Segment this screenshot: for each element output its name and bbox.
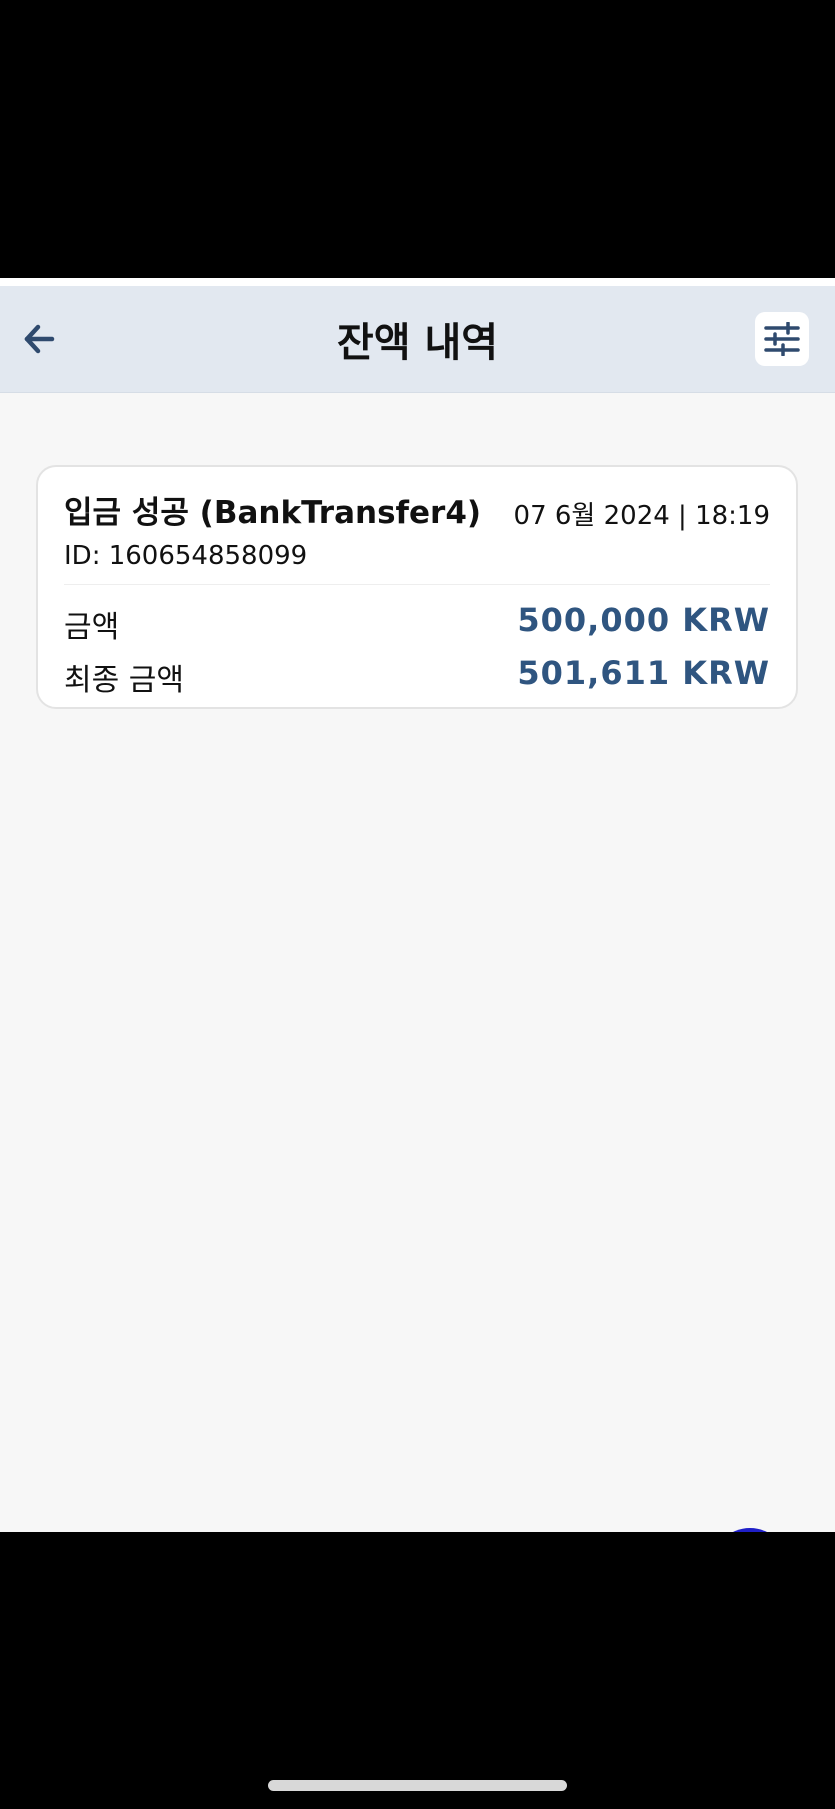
- app-header: 잔액 내역: [0, 286, 835, 393]
- navigation-bar-area: [0, 1532, 835, 1809]
- filter-button[interactable]: [755, 312, 809, 366]
- amount-label: 금액: [64, 610, 120, 645]
- transaction-title: 입금 성공 (BankTransfer4): [64, 495, 482, 531]
- arrow-left-icon: [24, 324, 55, 354]
- transaction-date: 07 6월 2024 | 18:19: [513, 501, 770, 531]
- back-button[interactable]: [14, 316, 64, 362]
- status-bar-area: [0, 0, 835, 278]
- amount-value: 500,000 KRW: [517, 601, 770, 639]
- transaction-id: ID: 160654858099: [64, 541, 308, 571]
- top-divider: [0, 278, 835, 286]
- page-title: 잔액 내역: [336, 320, 499, 366]
- transaction-card[interactable]: 입금 성공 (BankTransfer4) 07 6월 2024 | 18:19…: [36, 465, 798, 709]
- home-indicator[interactable]: [268, 1780, 567, 1791]
- final-amount-label: 최종 금액: [64, 663, 184, 698]
- final-amount-value: 501,611 KRW: [517, 654, 770, 692]
- card-divider: [64, 584, 770, 585]
- sliders-icon: [764, 322, 800, 356]
- balance-history-screen: 잔액 내역 입금 성공 (BankTransfer4) 07 6월 2024 |…: [0, 286, 835, 1532]
